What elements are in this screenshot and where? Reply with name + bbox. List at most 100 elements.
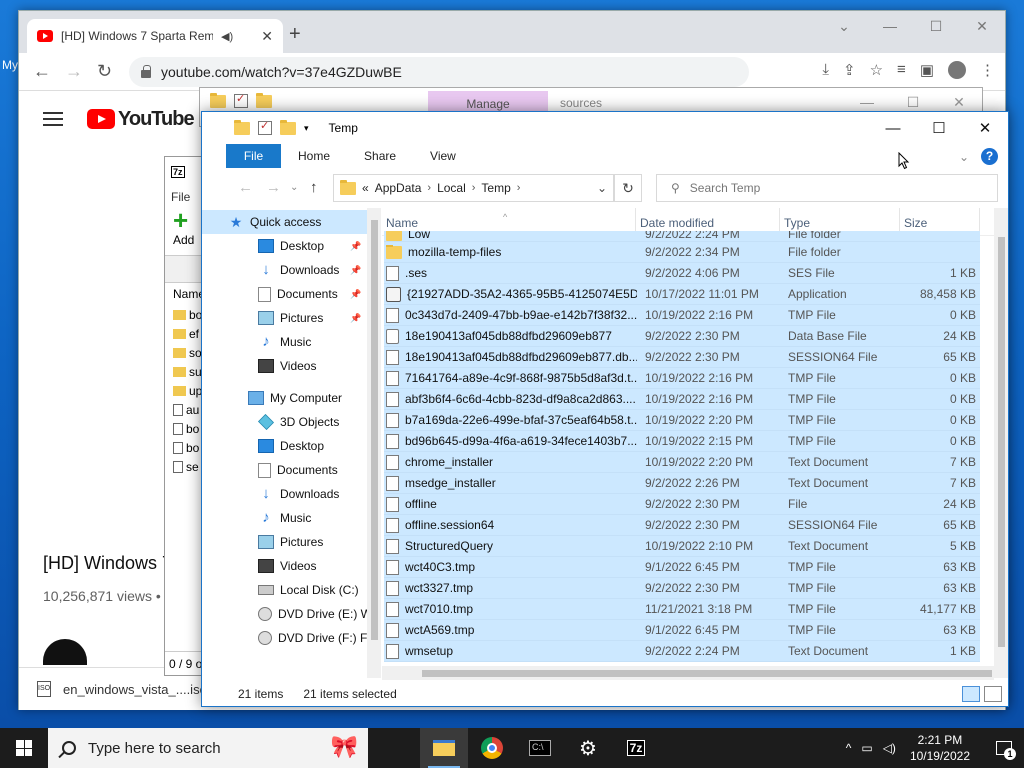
profile-avatar[interactable] (948, 61, 966, 79)
breadcrumb-separator-icon[interactable]: › (517, 182, 521, 194)
qat-dropdown-icon[interactable]: ▾ (304, 123, 309, 134)
forward-button[interactable]: → (65, 61, 83, 82)
sidebar-item-music[interactable]: ♪ Music (202, 506, 367, 530)
sidebar-item-documents[interactable]: Documents 📌 (202, 282, 367, 306)
taskbar-search[interactable]: Type here to search 🎀 (48, 728, 368, 768)
table-row[interactable]: StructuredQuery 10/19/2022 2:10 PM Text Do… (384, 536, 980, 557)
pin-icon[interactable]: 📌 (350, 313, 361, 324)
download-filename[interactable]: en_windows_vista_....iso (63, 682, 207, 697)
table-row[interactable]: Low 9/2/2022 2:24 PM File folder (384, 231, 980, 242)
sidebar-item-quick-access[interactable]: ★ Quick access (202, 210, 367, 234)
install-icon[interactable]: ⤓ (822, 61, 829, 79)
properties-icon[interactable] (234, 92, 248, 108)
speaker-icon[interactable]: ◀) (221, 30, 233, 43)
side-panel-icon[interactable]: ▣ (920, 61, 934, 79)
sidebar-item-pictures[interactable]: Pictures 📌 (202, 306, 367, 330)
chevron-down-icon[interactable]: ⌄ (821, 11, 867, 41)
horizontal-scrollbar-thumb[interactable] (422, 670, 992, 677)
breadcrumb-local[interactable]: Local (437, 181, 466, 195)
table-row[interactable]: 71641764-a89e-4c9f-868f-9875b5d8af3d.t..… (384, 368, 980, 389)
address-bar[interactable]: youtube.com/watch?v=37e4GZDuwBE (129, 57, 749, 87)
taskbar-cmd[interactable]: C:\ (516, 728, 564, 768)
taskbar-7zip[interactable]: 7z (612, 728, 660, 768)
maximize-button[interactable]: ☐ (913, 11, 959, 41)
media-control-icon[interactable]: ≡ (897, 61, 906, 79)
sidebar-item-dvd-drive-f-ff[interactable]: DVD Drive (F:) FF (202, 626, 375, 650)
table-row[interactable]: wct40C3.tmp 9/1/2022 6:45 PM TMP File 63 KB (384, 557, 980, 578)
tab-home[interactable]: Home (281, 144, 347, 168)
help-icon[interactable]: ? (981, 148, 998, 165)
sidebar-item-pictures[interactable]: Pictures (202, 530, 367, 554)
table-row[interactable]: 18e190413af045db88dfbd29609eb877.db.... 9… (384, 347, 980, 368)
reload-button[interactable]: ↻ (97, 61, 112, 82)
breadcrumb-separator-icon[interactable]: › (472, 182, 476, 194)
breadcrumb-separator-icon[interactable]: › (427, 182, 431, 194)
table-row[interactable]: b7a169da-22e6-499e-bfaf-37c5eaf64b58.t..… (384, 410, 980, 431)
breadcrumb-appdata[interactable]: AppData (375, 181, 422, 195)
taskbar-file-explorer[interactable] (420, 728, 468, 768)
sidebar-item-videos[interactable]: Videos (202, 354, 367, 378)
table-row[interactable]: bd96b645-d99a-4f6a-a619-34fece1403b7....… (384, 431, 980, 452)
sidebar-item-downloads[interactable]: ↓ Downloads 📌 (202, 258, 367, 282)
close-button[interactable]: ✕ (959, 11, 1005, 41)
breadcrumb-overflow[interactable]: « (362, 181, 369, 195)
nav-scrollbar-thumb[interactable] (371, 220, 378, 640)
sidebar-item-my-computer[interactable]: My Computer (202, 386, 367, 410)
properties-icon[interactable] (258, 119, 272, 135)
hamburger-menu-icon[interactable] (43, 112, 63, 126)
table-row[interactable]: chrome_installer 10/19/2022 2:20 PM Text D… (384, 452, 980, 473)
bookmark-star-icon[interactable]: ☆ (870, 61, 883, 79)
clock[interactable]: 2:21 PM 10/19/2022 (910, 732, 970, 764)
youtube-logo[interactable]: YouTube (87, 108, 195, 131)
address-bar[interactable]: « AppData › Local › Temp › ⌄ (333, 174, 614, 202)
large-icons-view-icon[interactable] (984, 686, 1002, 702)
forward-button[interactable]: → (266, 179, 281, 196)
table-row[interactable]: 0c343d7d-2409-47bb-b9ae-e142b7f38f32....… (384, 305, 980, 326)
address-dropdown-icon[interactable]: ⌄ (591, 181, 613, 195)
sidebar-item-dvd-drive-e-w[interactable]: DVD Drive (E:) W (202, 602, 372, 626)
refresh-button[interactable]: ↻ (614, 174, 642, 202)
sidebar-item-videos[interactable]: Videos (202, 554, 367, 578)
sidebar-item-desktop[interactable]: Desktop 📌 (202, 234, 367, 258)
sidebar-item-music[interactable]: ♪ Music (202, 330, 367, 354)
channel-avatar[interactable] (43, 639, 87, 665)
breadcrumb-temp[interactable]: Temp (481, 181, 510, 195)
table-row[interactable]: 18e190413af045db88dfbd29609eb877 9/2/2022… (384, 326, 980, 347)
notification-center-button[interactable]: 1 (984, 728, 1024, 768)
table-row[interactable]: wct3327.tmp 9/2/2022 2:30 PM TMP File 63 KB (384, 578, 980, 599)
table-row[interactable]: wctA569.tmp 9/1/2022 6:45 PM TMP File 63 KB (384, 620, 980, 641)
tab-view[interactable]: View (413, 144, 473, 168)
table-row[interactable]: abf3b6f4-6c6d-4cbb-823d-df9a8ca2d863....… (384, 389, 980, 410)
details-view-icon[interactable] (962, 686, 980, 702)
close-button[interactable]: ✕ (962, 112, 1008, 144)
sidebar-item-downloads[interactable]: ↓ Downloads (202, 482, 367, 506)
table-row[interactable]: {21927ADD-35A2-4365-95B5-4125074E5D... 10… (384, 284, 980, 305)
minimize-button[interactable]: — (867, 11, 913, 41)
taskbar-settings[interactable]: ⚙ (564, 728, 612, 768)
chevron-up-icon[interactable]: ^ (846, 741, 852, 755)
back-button[interactable]: ← (33, 61, 51, 82)
tab-close-icon[interactable]: ✕ (261, 28, 273, 45)
maximize-button[interactable]: ☐ (916, 112, 962, 144)
table-row[interactable]: mozilla-temp-files 9/2/2022 2:34 PM File f… (384, 242, 980, 263)
pin-icon[interactable]: 📌 (350, 265, 361, 276)
list-scrollbar-thumb[interactable] (998, 237, 1005, 647)
sidebar-item-desktop[interactable]: Desktop (202, 434, 367, 458)
desktop-icon-label[interactable]: My (2, 58, 18, 72)
minimize-button[interactable]: — (870, 112, 916, 144)
share-icon[interactable]: ⇪ (843, 61, 856, 79)
volume-icon[interactable]: ◁) (883, 741, 896, 755)
start-button[interactable] (0, 728, 48, 768)
table-row[interactable]: .ses 9/2/2022 4:06 PM SES File 1 KB (384, 263, 980, 284)
sidebar-item-local-disk-c-[interactable]: Local Disk (C:) (202, 578, 367, 602)
table-row[interactable]: offline.session64 9/2/2022 2:30 PM SESSION… (384, 515, 980, 536)
sidebar-item-3d-objects[interactable]: 3D Objects (202, 410, 367, 434)
search-input[interactable]: ⚲ Search Temp (656, 174, 998, 202)
pin-icon[interactable]: 📌 (350, 289, 361, 300)
recent-locations-icon[interactable]: ⌄ (290, 182, 298, 193)
table-row[interactable]: msedge_installer 9/2/2022 2:26 PM Text Doc… (384, 473, 980, 494)
chrome-tab[interactable]: [HD] Windows 7 Sparta Rem ◀) ✕ (27, 19, 283, 53)
network-icon[interactable]: ▭ (861, 741, 872, 755)
back-button[interactable]: ← (238, 179, 253, 196)
expand-ribbon-icon[interactable]: ⌄ (959, 150, 969, 164)
